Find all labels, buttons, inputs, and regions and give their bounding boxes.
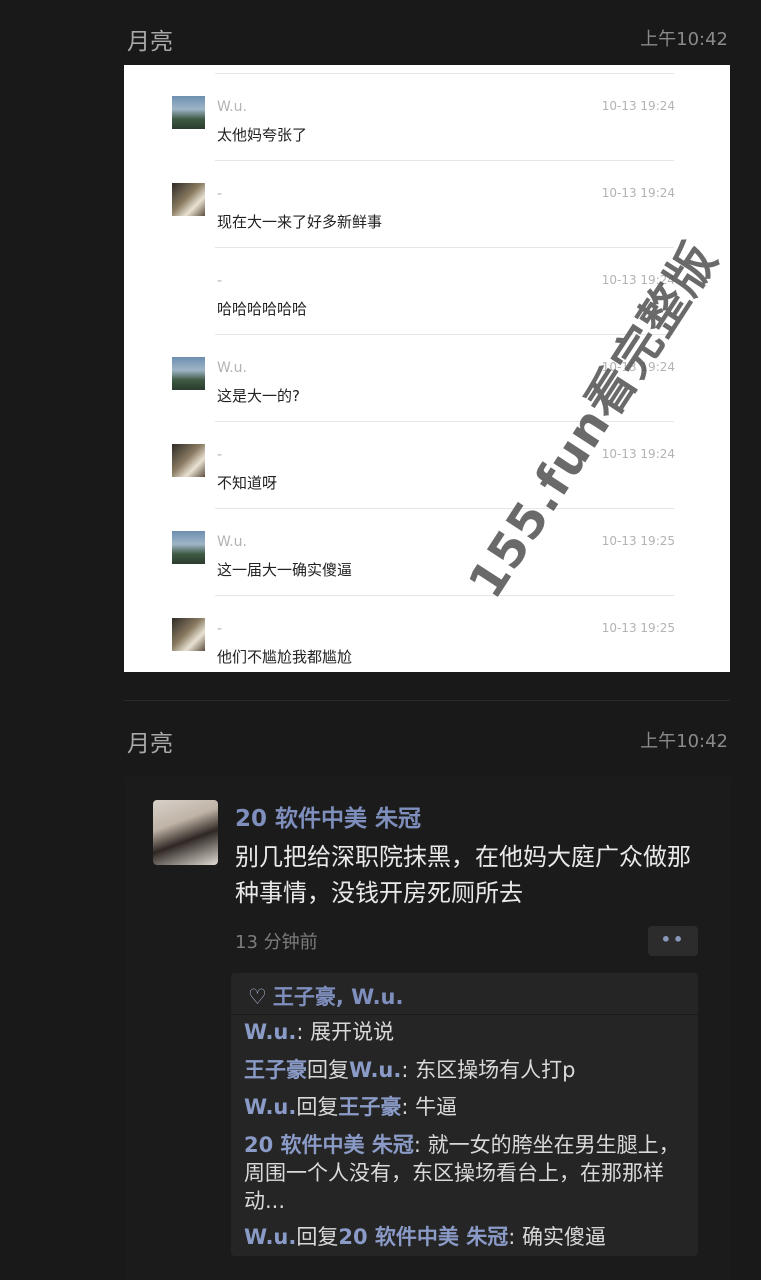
comment-item[interactable]: W.u.回复20 软件中美 朱冠: 确实傻逼 [244, 1223, 694, 1251]
comment-author[interactable]: W.u. [244, 1095, 296, 1119]
reply-word: 回复 [296, 1225, 339, 1249]
room-avatar [172, 183, 205, 216]
more-dots-icon: •• [660, 930, 686, 949]
chat-name: - [217, 621, 223, 637]
chat-row: - 10-13 19:24 现在大一来了好多新鲜事 [124, 160, 730, 247]
likes-names[interactable]: 王子豪, W.u. [273, 985, 404, 1009]
chat-time: 10-13 19:25 [601, 621, 675, 635]
comment-item[interactable]: W.u.: 展开说说 [244, 1018, 694, 1046]
chat-text: 他们不尴尬我都尴尬 [217, 648, 353, 666]
chat-text: 这是大一的? [217, 387, 300, 405]
message-time: 上午10:42 [640, 29, 728, 50]
divider [215, 247, 674, 248]
chat-time: 10-13 19:25 [601, 534, 675, 548]
reply-word: 回复 [296, 1095, 339, 1119]
comment-author[interactable]: W.u. [244, 1225, 296, 1249]
likes-row: ♡ 王子豪, W.u. [248, 981, 403, 1011]
avatar[interactable] [153, 800, 218, 865]
chat-name: - [217, 273, 223, 289]
chat-text: 现在大一来了好多新鲜事 [217, 213, 383, 231]
chat-time: 10-13 19:24 [601, 186, 675, 200]
chat-time: 10-13 19:24 [601, 447, 675, 461]
divider [231, 1014, 698, 1015]
message-header-2: 月亮 上午10:42 [0, 724, 761, 764]
chat-row: - 10-13 19:25 他们不尴尬我都尴尬 [124, 595, 730, 672]
chat-name: - [217, 186, 223, 202]
comment-text: : 确实傻逼 [508, 1225, 606, 1249]
chat-screenshot-image[interactable]: W.u. 10-13 19:24 太他妈夸张了 - 10-13 19:24 现在… [124, 65, 730, 672]
reply-target[interactable]: 20 软件中美 朱冠 [338, 1225, 508, 1249]
comment-item[interactable]: 王子豪回复W.u.: 东区操场有人打p [244, 1056, 694, 1084]
comment-text: : 展开说说 [296, 1020, 395, 1044]
comment-item[interactable]: W.u.回复王子豪: 牛逼 [244, 1093, 694, 1121]
reply-target[interactable]: 王子豪 [338, 1095, 401, 1119]
comment-author[interactable]: W.u. [244, 1020, 296, 1044]
comment-author[interactable]: 王子豪 [244, 1058, 307, 1082]
reply-word: 回复 [307, 1058, 349, 1082]
moment-time: 13 分钟前 [235, 932, 318, 953]
comment-author[interactable]: 20 软件中美 朱冠 [244, 1133, 414, 1157]
message-header-1: 月亮 上午10:42 [0, 22, 761, 62]
moment-author[interactable]: 20 软件中美 朱冠 [235, 799, 421, 833]
sender-name[interactable]: 月亮 [127, 22, 173, 56]
moment-text: 别几把给深职院抹黑，在他妈大庭广众做那种事情，没钱开房死厕所去 [235, 843, 691, 907]
divider [215, 73, 674, 74]
landscape-avatar [172, 357, 205, 390]
more-options-button[interactable]: •• [648, 926, 698, 956]
divider [215, 508, 674, 509]
chat-name: W.u. [217, 534, 248, 550]
chat-name: W.u. [217, 99, 248, 115]
room-avatar [172, 444, 205, 477]
reply-target[interactable]: W.u. [349, 1058, 401, 1082]
chat-text: 太他妈夸张了 [217, 126, 308, 144]
chat-time: 10-13 19:24 [601, 99, 675, 113]
chat-name: - [217, 447, 223, 463]
room-avatar [172, 618, 205, 651]
comments-panel: ♡ 王子豪, W.u. W.u.: 展开说说 王子豪回复W.u.: 东区操场有人打… [231, 973, 698, 1256]
chat-text: 哈哈哈哈哈哈 [217, 300, 308, 318]
heart-icon: ♡ [248, 985, 267, 1009]
comment-text: : 牛逼 [401, 1095, 458, 1119]
sender-name[interactable]: 月亮 [127, 724, 173, 758]
divider [215, 160, 674, 161]
divider [215, 595, 674, 596]
chat-row: W.u. 10-13 19:25 这一届大一确实傻逼 [124, 508, 730, 595]
chat-name: W.u. [217, 360, 248, 376]
comment-text: : 东区操场有人打p [401, 1058, 576, 1082]
chat-text: 这一届大一确实傻逼 [217, 561, 353, 579]
chat-text: 不知道呀 [217, 474, 278, 492]
chat-row: - 10-13 19:24 不知道呀 [124, 421, 730, 508]
message-time: 上午10:42 [640, 731, 728, 752]
landscape-avatar [172, 531, 205, 564]
comment-item[interactable]: 20 软件中美 朱冠: 就一女的胯坐在男生腿上，周围一个人没有，东区操场看台上，… [244, 1131, 694, 1215]
message-divider [124, 700, 730, 701]
landscape-avatar [172, 96, 205, 129]
chat-row: W.u. 10-13 19:24 太他妈夸张了 [124, 73, 730, 160]
